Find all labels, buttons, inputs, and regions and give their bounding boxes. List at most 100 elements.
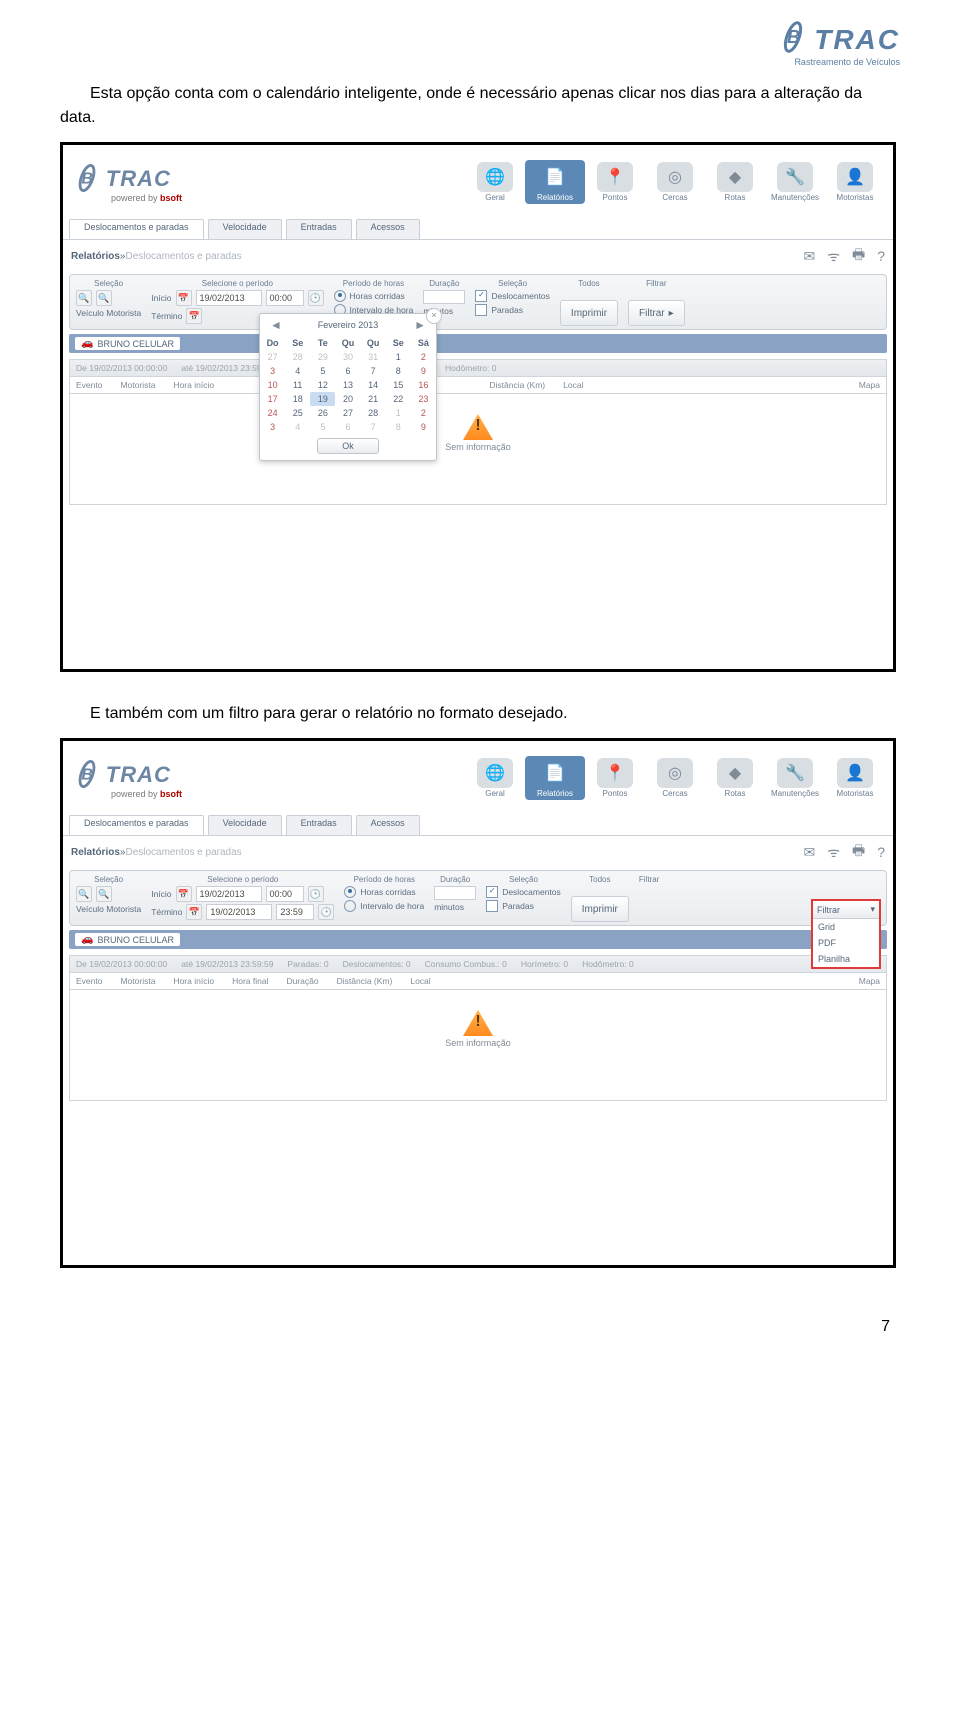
start-time-input[interactable]: 00:00 (266, 290, 304, 306)
nav-geral[interactable]: 🌐Geral (465, 756, 525, 800)
filter-option-planilha[interactable]: Planilha (813, 951, 879, 967)
check-deslocamentos[interactable] (475, 290, 487, 302)
tab-deslocamentos[interactable]: Deslocamentos e paradas (69, 219, 204, 239)
imprimir-button[interactable]: Imprimir (560, 300, 618, 326)
filter-dropdown-button[interactable]: Filtrar▾ (813, 901, 879, 919)
mail-icon[interactable]: ✉ (803, 844, 815, 861)
tab-acessos[interactable]: Acessos (356, 815, 420, 835)
calendar-start-icon[interactable]: 📅 (176, 290, 192, 306)
check-paradas[interactable] (475, 304, 487, 316)
calendar-day[interactable]: 4 (285, 364, 310, 378)
calendar-day[interactable]: 22 (386, 392, 411, 406)
nav-manutencoes[interactable]: 🔧Manutenções (765, 160, 825, 204)
imprimir-button[interactable]: Imprimir (571, 896, 629, 922)
nav-geral[interactable]: 🌐Geral (465, 160, 525, 204)
calendar-day[interactable]: 5 (310, 420, 335, 434)
calendar-day[interactable]: 14 (361, 378, 386, 392)
calendar-day[interactable]: 4 (285, 420, 310, 434)
tab-acessos[interactable]: Acessos (356, 219, 420, 239)
calendar-day[interactable]: 24 (260, 406, 285, 420)
nav-motoristas[interactable]: 👤Motoristas (825, 160, 885, 204)
radio-horas-corridas[interactable] (334, 290, 346, 302)
print-icon[interactable]: 🖶 (852, 840, 865, 864)
check-deslocamentos[interactable] (486, 886, 498, 898)
tab-deslocamentos[interactable]: Deslocamentos e paradas (69, 815, 204, 835)
calendar-day[interactable]: 31 (361, 350, 386, 364)
nav-pontos[interactable]: 📍Pontos (585, 756, 645, 800)
mail-icon[interactable]: ✉ (803, 248, 815, 265)
calendar-day[interactable]: 9 (411, 420, 436, 434)
vehicle-chip[interactable]: 🚗BRUNO CELULAR (75, 933, 180, 946)
calendar-day[interactable]: 27 (260, 350, 285, 364)
help-icon[interactable]: ? (877, 248, 885, 264)
clock-start-icon[interactable]: 🕒 (308, 290, 324, 306)
nav-cercas[interactable]: ◎Cercas (645, 756, 705, 800)
nav-manutencoes[interactable]: 🔧Manutenções (765, 756, 825, 800)
calendar-day[interactable]: 2 (411, 350, 436, 364)
calendar-day[interactable]: 3 (260, 420, 285, 434)
radio-horas-corridas[interactable] (344, 886, 356, 898)
calendar-day[interactable]: 8 (386, 364, 411, 378)
calendar-day[interactable]: 28 (285, 350, 310, 364)
tab-velocidade[interactable]: Velocidade (208, 815, 282, 835)
tab-velocidade[interactable]: Velocidade (208, 219, 282, 239)
nav-motoristas[interactable]: 👤Motoristas (825, 756, 885, 800)
antenna-icon[interactable]: ᯤ (827, 247, 840, 266)
calendar-day[interactable]: 27 (335, 406, 360, 420)
tab-entradas[interactable]: Entradas (286, 219, 352, 239)
calendar-day[interactable]: 10 (260, 378, 285, 392)
calendar-day[interactable]: 8 (386, 420, 411, 434)
calendar-ok-button[interactable]: Ok (317, 438, 379, 454)
end-time-input[interactable]: 23:59 (276, 904, 314, 920)
check-paradas[interactable] (486, 900, 498, 912)
calendar-day[interactable]: 7 (361, 420, 386, 434)
help-icon[interactable]: ? (877, 844, 885, 860)
nav-pontos[interactable]: 📍Pontos (585, 160, 645, 204)
end-date-input[interactable]: 19/02/2013 (206, 904, 272, 920)
start-date-input[interactable]: 19/02/2013 (196, 886, 262, 902)
calendar-day[interactable]: 17 (260, 392, 285, 406)
calendar-day[interactable]: 20 (335, 392, 360, 406)
duration-input[interactable] (423, 290, 465, 304)
calendar-day[interactable]: 12 (310, 378, 335, 392)
print-icon[interactable]: 🖶 (852, 244, 865, 268)
search-vehicle-icon[interactable]: 🔍 (76, 886, 92, 902)
calendar-day[interactable]: 30 (335, 350, 360, 364)
clock-start-icon[interactable]: 🕒 (308, 886, 324, 902)
nav-relatorios[interactable]: 📄Relatórios (525, 160, 585, 204)
tab-entradas[interactable]: Entradas (286, 815, 352, 835)
calendar-day[interactable]: 28 (361, 406, 386, 420)
nav-rotas[interactable]: ◆Rotas (705, 160, 765, 204)
nav-cercas[interactable]: ◎Cercas (645, 160, 705, 204)
calendar-day[interactable]: 1 (386, 406, 411, 420)
search-driver-icon[interactable]: 🔍 (96, 886, 112, 902)
calendar-day[interactable]: 13 (335, 378, 360, 392)
filter-option-pdf[interactable]: PDF (813, 935, 879, 951)
calendar-day[interactable]: 15 (386, 378, 411, 392)
calendar-day[interactable]: 16 (411, 378, 436, 392)
calendar-prev-icon[interactable]: ◄ (266, 318, 286, 332)
radio-intervalo[interactable] (344, 900, 356, 912)
calendar-day[interactable]: 25 (285, 406, 310, 420)
search-vehicle-icon[interactable]: 🔍 (76, 290, 92, 306)
search-driver-icon[interactable]: 🔍 (96, 290, 112, 306)
vehicle-chip[interactable]: 🚗BRUNO CELULAR (75, 337, 180, 350)
filtrar-button[interactable]: Filtrar ▸ (628, 300, 685, 326)
calendar-day[interactable]: 6 (335, 420, 360, 434)
calendar-day[interactable]: 6 (335, 364, 360, 378)
calendar-end-icon[interactable]: 📅 (186, 904, 202, 920)
nav-rotas[interactable]: ◆Rotas (705, 756, 765, 800)
calendar-day[interactable]: 3 (260, 364, 285, 378)
start-time-input[interactable]: 00:00 (266, 886, 304, 902)
calendar-day[interactable]: 29 (310, 350, 335, 364)
calendar-close-icon[interactable]: × (426, 308, 442, 324)
start-date-input[interactable]: 19/02/2013 (196, 290, 262, 306)
duration-input[interactable] (434, 886, 476, 900)
filter-option-grid[interactable]: Grid (813, 919, 879, 935)
calendar-start-icon[interactable]: 📅 (176, 886, 192, 902)
calendar-day[interactable]: 9 (411, 364, 436, 378)
calendar-end-icon[interactable]: 📅 (186, 308, 202, 324)
calendar-day[interactable]: 26 (310, 406, 335, 420)
calendar-day[interactable]: 5 (310, 364, 335, 378)
antenna-icon[interactable]: ᯤ (827, 843, 840, 862)
